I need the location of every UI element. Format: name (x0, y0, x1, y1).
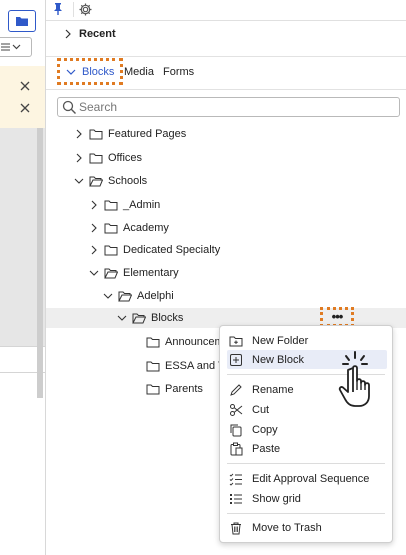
menu-item-label: New Folder (252, 334, 309, 347)
menu-divider (227, 513, 385, 514)
tab-forms[interactable]: Forms (163, 66, 194, 78)
tree-node-label: Announcem (165, 336, 224, 348)
tree-node-announcements[interactable]: Announcem (146, 332, 224, 352)
tree-node-schools[interactable]: Schools (74, 171, 147, 191)
tree-node-label: Parents (165, 383, 203, 395)
folder-icon (104, 245, 118, 256)
folder-icon (146, 384, 160, 395)
menu-item-label: New Block (252, 353, 304, 366)
folder-icon (89, 153, 103, 164)
chevron-down-icon (12, 44, 21, 50)
menu-item-label: Move to Trash (252, 521, 322, 534)
folder-icon (146, 361, 160, 372)
copy-icon (230, 424, 242, 436)
list-icon (1, 43, 10, 51)
paste-icon (230, 442, 243, 455)
chevron-right-icon[interactable] (74, 153, 84, 163)
folder-icon (146, 337, 160, 348)
folder-open-icon (89, 176, 103, 187)
close-icon[interactable] (19, 80, 31, 92)
tab-blocks[interactable]: Blocks (57, 58, 123, 85)
close-icon[interactable] (19, 102, 31, 114)
new-block-icon (230, 353, 242, 366)
folder-icon (89, 129, 103, 140)
more-options-label: ••• (331, 309, 344, 324)
tree-node-dedicated-specialty[interactable]: Dedicated Specialty (89, 240, 220, 260)
menu-item-label: Show grid (252, 492, 301, 505)
pin-icon[interactable] (51, 2, 65, 16)
tree-node-academy[interactable]: Academy (89, 218, 169, 238)
chevron-down-icon (66, 69, 76, 75)
menu-item-move-to-trash[interactable]: Move to Trash (227, 518, 387, 537)
tree-node-label: Adelphi (137, 290, 174, 302)
menu-item-edit-approval-sequence[interactable]: Edit Approval Sequence (227, 469, 387, 488)
tree-node-label: ESSA and T (165, 360, 225, 372)
new-folder-icon (229, 336, 243, 346)
search-icon (62, 100, 76, 114)
chevron-right-icon[interactable] (89, 245, 99, 255)
tree-node-label: Featured Pages (108, 128, 187, 140)
chevron-right-icon (65, 29, 71, 39)
hand-pointer-cursor-icon (338, 351, 370, 407)
recent-section-toggle[interactable]: Recent (64, 28, 116, 40)
tree-node-label: Elementary (123, 267, 179, 279)
menu-item-show-grid[interactable]: Show grid (227, 489, 387, 508)
chevron-right-icon[interactable] (74, 129, 84, 139)
tree-node-label: Schools (108, 175, 148, 187)
folder-open-icon (118, 291, 132, 302)
tab-media[interactable]: Media (124, 66, 154, 78)
tab-blocks-label: Blocks (82, 65, 115, 78)
tree-node-adelphi[interactable]: Adelphi (103, 286, 174, 306)
tree-node-admin[interactable]: _Admin (89, 195, 160, 215)
tree-node-essa[interactable]: ESSA and T (146, 356, 225, 376)
chevron-right-icon[interactable] (89, 223, 99, 233)
folder-open-icon (104, 268, 118, 279)
gear-icon[interactable] (73, 2, 93, 17)
menu-item-label: Paste (252, 442, 281, 455)
folder-view-button[interactable] (8, 10, 36, 32)
chevron-down-icon[interactable] (89, 268, 99, 278)
approval-sequence-icon (229, 473, 242, 486)
menu-item-label: Rename (252, 383, 294, 396)
folder-icon (16, 17, 28, 26)
panel-toolbar (46, 0, 406, 21)
menu-item-copy[interactable]: Copy (227, 420, 387, 439)
menu-item-label: Edit Approval Sequence (252, 472, 370, 485)
tree-node-elementary[interactable]: Elementary (89, 263, 179, 283)
chevron-down-icon[interactable] (117, 313, 127, 323)
menu-item-paste[interactable]: Paste (227, 439, 387, 458)
scissors-icon (230, 403, 243, 416)
more-options-button[interactable]: ••• (320, 307, 354, 327)
search-input[interactable] (79, 100, 379, 114)
chevron-down-icon[interactable] (103, 291, 113, 301)
tree-node-parents[interactable]: Parents (146, 379, 203, 399)
menu-divider (227, 463, 385, 464)
menu-item-label: Copy (252, 423, 278, 436)
tree-node-label: Dedicated Specialty (123, 244, 221, 256)
chevron-right-icon[interactable] (89, 200, 99, 210)
tree-node-label: _Admin (123, 199, 161, 211)
background-pane (0, 0, 45, 555)
folder-open-icon (132, 313, 146, 324)
notice-banner (0, 66, 45, 128)
tree-node-offices[interactable]: Offices (74, 148, 142, 168)
list-view-dropdown[interactable] (0, 37, 32, 57)
scrollbar[interactable] (37, 128, 43, 398)
tree-node-blocks[interactable]: Blocks (117, 308, 183, 328)
tree-node-label: Offices (108, 152, 143, 164)
folder-icon (104, 200, 118, 211)
divider (46, 89, 406, 90)
folder-icon (104, 223, 118, 234)
divider (46, 56, 406, 57)
search-box (57, 97, 400, 117)
pencil-icon (230, 383, 242, 396)
grid-list-icon (230, 493, 242, 504)
tree-node-featured-pages[interactable]: Featured Pages (74, 124, 186, 144)
trash-icon (231, 522, 241, 534)
menu-item-label: Cut (252, 403, 270, 416)
recent-label: Recent (79, 28, 116, 40)
chevron-down-icon[interactable] (74, 176, 84, 186)
tree-node-label: Blocks (151, 312, 184, 324)
tree-node-label: Academy (123, 222, 169, 234)
